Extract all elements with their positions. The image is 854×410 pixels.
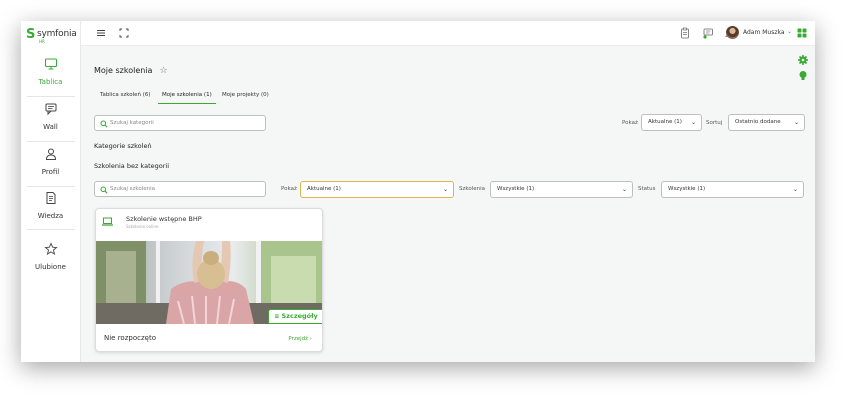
sidebar-item-wall[interactable]: Wall <box>21 102 80 142</box>
no-category-heading: Szkolenia bez kategorii <box>94 162 169 170</box>
filter-status-label: Status <box>638 186 656 192</box>
clipboard-icon[interactable] <box>679 27 691 39</box>
sidebar-item-profil[interactable]: Profil <box>21 147 80 187</box>
logo-name: symfonia <box>37 29 77 39</box>
category-search-placeholder: Szukaj kategorii <box>110 120 154 126</box>
hamburger-menu-icon[interactable] <box>95 27 107 39</box>
logo-sub: HR <box>39 39 45 44</box>
card-title: Szkolenie wstępne BHP <box>126 215 202 223</box>
filter-show-select[interactable]: Aktualne (1) ⌄ <box>300 181 454 198</box>
page-header: Moje szkolenia ☆ <box>94 58 168 77</box>
training-search-placeholder: Szukaj szkolenia <box>110 186 156 192</box>
tab-moje-szkolenia[interactable]: Moje szkolenia (1) <box>158 90 216 104</box>
search-icon <box>100 186 108 194</box>
sidebar-item-wiedza[interactable]: Wiedza <box>21 191 80 231</box>
page-title: Moje szkolenia <box>94 66 153 75</box>
laptop-icon <box>102 217 113 226</box>
sidebar-item-label: Wiedza <box>37 212 64 220</box>
star-icon <box>43 242 58 255</box>
categories-heading: Kategorie szkoleń <box>94 142 152 150</box>
lightbulb-icon[interactable] <box>798 70 808 82</box>
user-name[interactable]: Adam Muszka <box>743 29 785 36</box>
app-window: S symfonia HR Tablica Wall Profil Wiedza… <box>21 21 815 362</box>
card-status: Nie rozpoczęto <box>104 334 156 342</box>
filter-trainings-select-value: Wszystkie (1) <box>497 186 535 192</box>
filter-show-select-value: Aktualne (1) <box>307 186 341 192</box>
training-search-input[interactable]: Szukaj szkolenia <box>94 181 266 197</box>
app-logo[interactable]: S symfonia HR <box>26 27 78 45</box>
top-bar: Adam Muszka ⌄ <box>81 21 815 46</box>
sidebar-item-label: Tablica <box>38 78 63 86</box>
chevron-down-icon: ⌄ <box>792 186 798 193</box>
sidebar: S symfonia HR Tablica Wall Profil Wiedza… <box>21 21 81 362</box>
sidebar-item-tablica[interactable]: Tablica <box>21 57 80 97</box>
show-select-value: Aktualne (1) <box>648 119 682 125</box>
chevron-down-icon: ⌄ <box>793 119 799 126</box>
filter-trainings-label: Szkolenia <box>459 186 486 192</box>
chevron-down-icon: ⌄ <box>442 186 448 193</box>
avatar[interactable] <box>726 26 739 39</box>
sidebar-divider <box>27 229 75 230</box>
show-label: Pokaż <box>622 120 638 126</box>
sidebar-item-label: Profil <box>41 168 60 176</box>
go-to-training-link[interactable]: Przejdź › <box>288 336 312 342</box>
go-to-label: Przejdź <box>288 336 309 342</box>
chevron-down-icon: ⌄ <box>690 119 696 126</box>
training-image: ≡ Szczegóły <box>96 241 322 324</box>
sort-label: Sortuj <box>706 120 723 126</box>
logo-mark: S <box>26 27 36 42</box>
messages-icon[interactable] <box>702 27 714 39</box>
sort-select[interactable]: Ostatnio dodane ⌄ <box>728 114 805 131</box>
details-label: Szczegóły <box>281 312 318 320</box>
sidebar-item-label: Ulubione <box>35 263 66 271</box>
list-icon: ≡ <box>274 313 280 320</box>
fullscreen-icon[interactable] <box>118 27 130 39</box>
card-subtitle: Szkolenie online <box>126 224 159 229</box>
sidebar-divider <box>27 141 75 142</box>
favorite-star-icon[interactable]: ☆ <box>160 66 168 76</box>
monitor-icon <box>44 58 57 70</box>
sidebar-divider <box>27 96 75 97</box>
chevron-down-icon: ⌄ <box>621 186 627 193</box>
filter-status-select-value: Wszystkie (1) <box>668 186 706 192</box>
sidebar-divider <box>27 186 75 187</box>
chevron-down-icon[interactable]: ⌄ <box>787 28 792 35</box>
training-card[interactable]: Szkolenie wstępne BHP Szkolenie online ≡… <box>95 208 323 352</box>
tab-moje-projekty[interactable]: Moje projekty (0) <box>218 90 273 104</box>
document-icon <box>46 192 55 204</box>
sidebar-item-ulubione[interactable]: Ulubione <box>21 242 80 282</box>
category-search-input[interactable]: Szukaj kategorii <box>94 115 266 131</box>
tab-tablica-szkolen[interactable]: Tablica szkoleń (6) <box>96 90 155 104</box>
filter-status-select[interactable]: Wszystkie (1) ⌄ <box>661 181 804 198</box>
search-icon <box>100 120 108 128</box>
person-icon <box>45 148 56 160</box>
details-button[interactable]: ≡ Szczegóły <box>268 309 322 324</box>
sort-select-value: Ostatnio dodane <box>735 119 781 125</box>
filter-show-label: Pokaż <box>281 186 297 192</box>
chat-icon <box>45 103 56 116</box>
settings-gear-icon[interactable] <box>797 54 809 66</box>
show-select[interactable]: Aktualne (1) ⌄ <box>641 114 702 131</box>
sidebar-item-label: Wall <box>43 123 58 131</box>
apps-grid-icon[interactable] <box>796 27 808 39</box>
chevron-right-icon: › <box>309 336 312 342</box>
filter-trainings-select[interactable]: Wszystkie (1) ⌄ <box>490 181 633 198</box>
